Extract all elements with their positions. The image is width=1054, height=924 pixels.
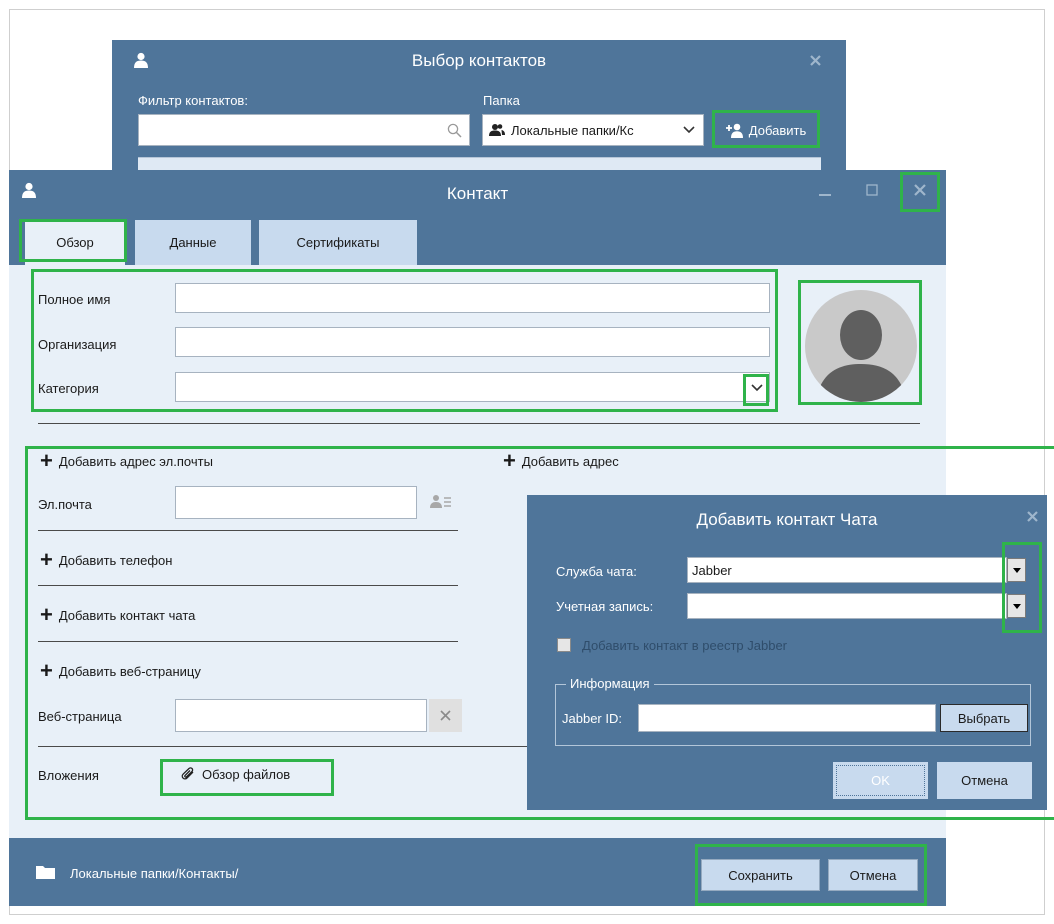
- add-chat-label: Добавить контакт чата: [58, 607, 196, 623]
- maximize-icon[interactable]: [866, 184, 878, 196]
- clear-icon: [440, 710, 451, 721]
- add-person-icon: [725, 123, 743, 138]
- add-email-label: Добавить адрес эл.почты: [58, 453, 213, 469]
- plus-icon: +: [40, 602, 53, 627]
- category-label: Категория: [38, 381, 99, 396]
- divider: [38, 530, 458, 531]
- attachments-label: Вложения: [38, 768, 99, 783]
- add-web-label: Добавить веб-страницу: [58, 663, 201, 679]
- avatar-placeholder[interactable]: [805, 290, 917, 402]
- filter-input[interactable]: [138, 114, 470, 146]
- chevron-down-icon[interactable]: [751, 384, 763, 392]
- folder-value: Локальные папки/Кс: [511, 122, 634, 138]
- dialog-cancel-button[interactable]: Отмена: [937, 762, 1032, 799]
- divider: [38, 641, 458, 642]
- add-email-link[interactable]: + Добавить адрес эл.почты: [40, 448, 213, 473]
- contacts-folder-icon: [489, 124, 505, 136]
- add-phone-link[interactable]: + Добавить телефон: [40, 547, 173, 572]
- folder-label: Папка: [483, 93, 520, 108]
- contact-picker-title: Выбор контактов: [411, 51, 547, 70]
- folder-icon: [36, 866, 55, 879]
- account-dropdown[interactable]: [1007, 594, 1026, 618]
- web-label: Веб-страница: [38, 709, 122, 724]
- organization-input[interactable]: [175, 327, 770, 357]
- contact-footer: Локальные папки/Контакты/ Сохранить Отме…: [9, 838, 946, 906]
- info-groupbox: Информация Jabber ID: Выбрать: [555, 676, 1031, 746]
- jabber-id-label: Jabber ID:: [562, 711, 622, 726]
- add-web-link[interactable]: + Добавить веб-страницу: [40, 658, 201, 683]
- add-phone-label: Добавить телефон: [58, 552, 173, 568]
- full-name-label: Полное имя: [38, 292, 111, 307]
- chevron-down-icon[interactable]: [683, 126, 695, 134]
- dropdown-arrow-icon: [1012, 603, 1021, 609]
- add-contact-button-label: Добавить: [748, 122, 807, 138]
- ok-button[interactable]: OK: [833, 762, 928, 799]
- browse-files-button[interactable]: Обзор файлов: [181, 767, 290, 782]
- roster-checkbox[interactable]: [557, 638, 571, 652]
- footer-path: Локальные папки/Контакты/: [70, 866, 239, 881]
- tab-overview[interactable]: Обзор: [25, 220, 125, 265]
- chat-service-dropdown[interactable]: [1007, 558, 1026, 582]
- organization-label: Организация: [38, 337, 117, 352]
- close-icon[interactable]: [914, 184, 926, 196]
- clear-web-button[interactable]: [429, 699, 462, 732]
- account-select[interactable]: [687, 593, 1007, 619]
- save-button[interactable]: Сохранить: [701, 859, 820, 891]
- paperclip-icon: [181, 767, 194, 780]
- divider: [38, 746, 538, 747]
- minimize-icon[interactable]: [819, 194, 831, 196]
- tab-data[interactable]: Данные: [135, 220, 251, 265]
- roster-checkbox-label[interactable]: Добавить контакт в реестр Jabber: [582, 638, 787, 653]
- plus-icon: +: [503, 448, 516, 473]
- dropdown-arrow-icon: [1012, 567, 1021, 573]
- divider: [38, 423, 920, 424]
- address-book-icon[interactable]: [430, 494, 452, 510]
- email-input[interactable]: [175, 486, 417, 519]
- chat-service-label: Служба чата:: [556, 564, 637, 579]
- browse-files-label: Обзор файлов: [202, 767, 291, 782]
- chat-dialog-title: Добавить контакт Чата: [696, 510, 878, 529]
- account-label: Учетная запись:: [556, 599, 654, 614]
- plus-icon: +: [40, 658, 53, 683]
- add-address-link[interactable]: + Добавить адрес: [503, 448, 619, 473]
- tab-certificates[interactable]: Сертификаты: [259, 220, 417, 265]
- plus-icon: +: [40, 547, 53, 572]
- filter-label: Фильтр контактов:: [138, 93, 248, 108]
- add-chat-link[interactable]: + Добавить контакт чата: [40, 602, 196, 627]
- chat-service-select[interactable]: Jabber: [687, 557, 1007, 583]
- category-select[interactable]: [175, 372, 770, 402]
- close-icon[interactable]: [810, 55, 821, 66]
- folder-select[interactable]: Локальные папки/Кс: [482, 114, 704, 146]
- search-icon[interactable]: [447, 123, 462, 138]
- chat-service-value: Jabber: [692, 562, 732, 578]
- web-input[interactable]: [175, 699, 427, 732]
- email-label: Эл.почта: [38, 497, 92, 512]
- cancel-button[interactable]: Отмена: [828, 859, 918, 891]
- chat-contact-dialog: Добавить контакт Чата Служба чата: Jabbe…: [527, 495, 1047, 810]
- contact-titlebar: Контакт Обзор Данные Сертификаты: [9, 170, 946, 265]
- full-name-input[interactable]: [175, 283, 770, 313]
- contact-picker-window: Выбор контактов Фильтр контактов: Папка …: [112, 40, 846, 180]
- add-address-label: Добавить адрес: [521, 453, 619, 469]
- plus-icon: +: [40, 448, 53, 473]
- info-group-label: Информация: [566, 676, 654, 691]
- select-jabber-button[interactable]: Выбрать: [940, 704, 1028, 732]
- divider: [38, 585, 458, 586]
- jabber-id-input[interactable]: [638, 704, 936, 732]
- close-icon[interactable]: [1027, 511, 1038, 522]
- add-contact-button[interactable]: Добавить: [713, 114, 819, 146]
- contact-window-title: Контакт: [446, 184, 509, 203]
